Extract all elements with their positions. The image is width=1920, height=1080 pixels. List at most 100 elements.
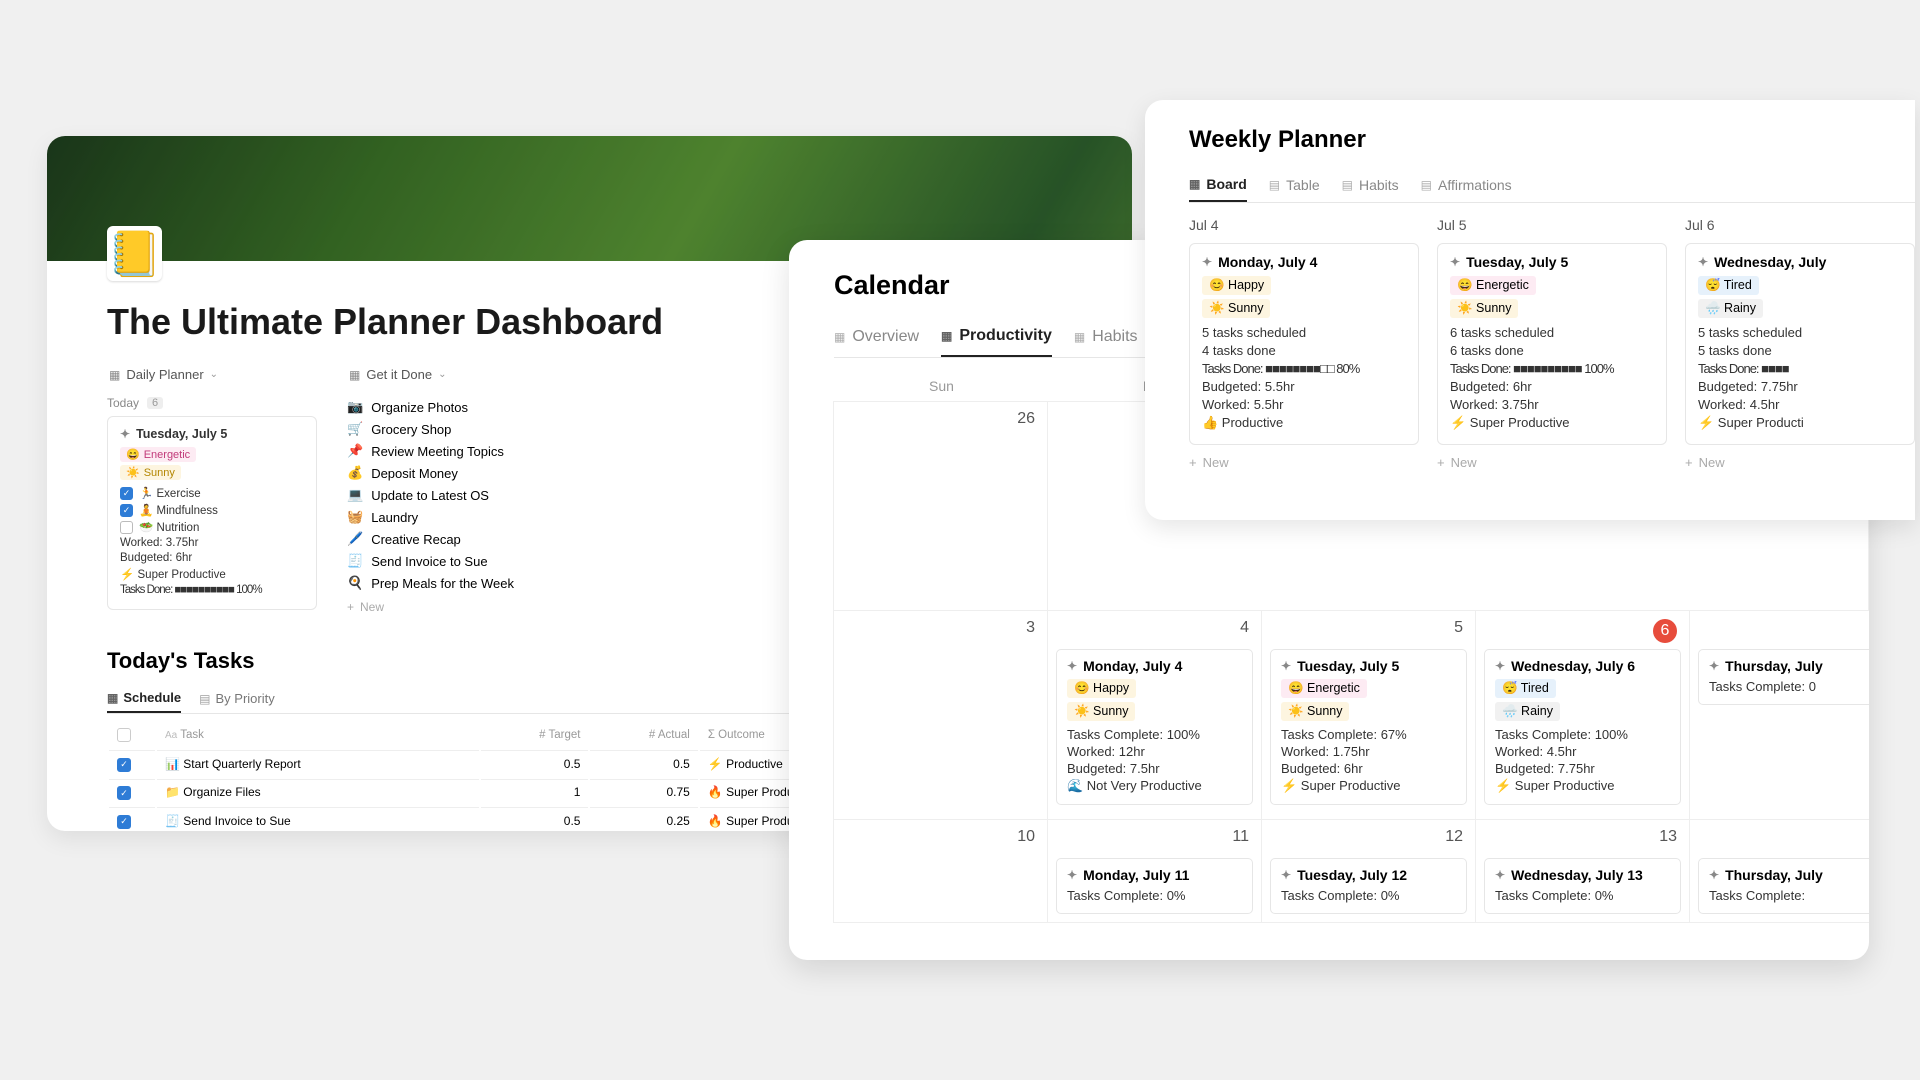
calendar-cell[interactable]: 12 ✦Tuesday, July 12Tasks Complete: 0% (1261, 819, 1476, 923)
done: 5 tasks done (1698, 343, 1902, 358)
row-checkbox[interactable] (117, 786, 131, 800)
event-title: Wednesday, July 6 (1511, 658, 1635, 674)
habit-checkbox[interactable] (120, 504, 133, 517)
day-event-card[interactable]: ✦Thursday, JulyTasks Complete: 0 (1698, 649, 1869, 705)
plus-icon: + (1685, 455, 1693, 470)
mood-chip: 😊 Happy (1067, 679, 1136, 698)
tab-habits[interactable]: ▦Habits (1074, 317, 1138, 357)
habit-checkbox[interactable] (120, 521, 133, 534)
board-icon: ▦ (1189, 177, 1200, 191)
tab-productivity[interactable]: ▦Productivity (941, 317, 1052, 357)
row-checkbox[interactable] (117, 815, 131, 829)
budgeted: Budgeted: 7.5hr (1067, 761, 1242, 776)
mood-chip: 😴 Tired (1698, 276, 1759, 295)
weekly-column-head: Jul 4 (1189, 217, 1419, 233)
page-icon[interactable]: 📒 (107, 226, 162, 281)
tab-overview[interactable]: ▦Overview (834, 317, 919, 357)
day-event-card[interactable]: ✦Thursday, JulyTasks Complete: (1698, 858, 1869, 914)
budgeted: Budgeted: 7.75hr (1495, 761, 1670, 776)
done: 6 tasks done (1450, 343, 1654, 358)
weekly-card[interactable]: ✦Monday, July 4 😊 Happy ☀️ Sunny 5 tasks… (1189, 243, 1419, 445)
scheduled: 6 tasks scheduled (1450, 325, 1654, 340)
productive: 👍 Productive (1202, 415, 1406, 431)
todo-icon: 📌 (347, 443, 363, 459)
calendar-cell[interactable]: 3 (833, 610, 1048, 820)
tab-table[interactable]: ▤Table (1269, 168, 1320, 202)
task-actual: 0.5 (590, 750, 697, 777)
habit-row[interactable]: 🏃 Exercise (120, 486, 304, 500)
todo-label: Laundry (371, 510, 418, 525)
weekly-column: Jul 5 ✦Tuesday, July 5 😄 Energetic ☀️ Su… (1437, 217, 1667, 470)
weekly-card[interactable]: ✦Wednesday, July 😴 Tired 🌧️ Rainy 5 task… (1685, 243, 1915, 445)
scheduled: 5 tasks scheduled (1202, 325, 1406, 340)
weekly-card-title: Tuesday, July 5 (1466, 254, 1568, 270)
today-card[interactable]: ✦Tuesday, July 5 😄 Energetic ☀️ Sunny 🏃 … (107, 416, 317, 610)
tasks-done: Tasks Done: ■■■■ (1698, 361, 1902, 376)
productive: ⚡ Super Productive (1495, 778, 1670, 794)
day-event-card[interactable]: ✦Tuesday, July 12Tasks Complete: 0% (1270, 858, 1467, 914)
sparkle-icon: ✦ (1698, 255, 1708, 269)
day-event-card[interactable]: ✦Wednesday, July 6😴 Tired🌧️ RainyTasks C… (1484, 649, 1681, 805)
calendar-cell[interactable]: 13 ✦Wednesday, July 13Tasks Complete: 0% (1475, 819, 1690, 923)
calendar-cell[interactable]: 6 ✦Wednesday, July 6😴 Tired🌧️ RainyTasks… (1475, 610, 1690, 820)
sparkle-icon: ✦ (1709, 868, 1719, 882)
worked-stat: Worked: 3.75hr (120, 537, 304, 549)
new-weekly-button[interactable]: +New (1189, 455, 1419, 470)
tab-habits[interactable]: ▤Habits (1342, 168, 1399, 202)
tab-board[interactable]: ▦Board (1189, 168, 1247, 202)
task-target: 0.5 (481, 807, 588, 831)
weather-chip: ☀️ Sunny (120, 465, 181, 480)
habits-icon: ▤ (1342, 178, 1353, 192)
task-name: 📁 Organize Files (157, 779, 479, 806)
schedule-icon: ▦ (107, 691, 118, 705)
weather-chip: ☀️ Sunny (1450, 299, 1518, 318)
budgeted: Budgeted: 7.75hr (1698, 379, 1902, 394)
weekly-column: Jul 4 ✦Monday, July 4 😊 Happy ☀️ Sunny 5… (1189, 217, 1419, 470)
today-count: 6 (147, 397, 163, 409)
calendar-cell[interactable]: 14 ✦Thursday, JulyTasks Complete: (1689, 819, 1869, 923)
daily-planner-view-toggle[interactable]: ▦ Daily Planner ⌄ (107, 363, 317, 386)
event-title: Monday, July 4 (1083, 658, 1182, 674)
task-actual: 0.75 (590, 779, 697, 806)
todo-label: Organize Photos (371, 400, 468, 415)
habit-row[interactable]: 🥗 Nutrition (120, 520, 304, 534)
tab-by-priority[interactable]: ▤By Priority (199, 684, 275, 713)
calendar-cell[interactable]: 7 ✦Thursday, JulyTasks Complete: 0 (1689, 610, 1869, 820)
day-event-card[interactable]: ✦Monday, July 4😊 Happy☀️ SunnyTasks Comp… (1056, 649, 1253, 805)
calendar-cell[interactable]: 11 ✦Monday, July 11Tasks Complete: 0% (1047, 819, 1262, 923)
day-event-card[interactable]: ✦Wednesday, July 13Tasks Complete: 0% (1484, 858, 1681, 914)
budgeted: Budgeted: 5.5hr (1202, 379, 1406, 394)
calendar-cell[interactable]: 10 (833, 819, 1048, 923)
tasks-complete: Tasks Complete: 0% (1067, 888, 1242, 903)
sparkle-icon: ✦ (1495, 659, 1505, 673)
event-title: Tuesday, July 12 (1297, 867, 1407, 883)
calendar-cell[interactable]: 4 ✦Monday, July 4😊 Happy☀️ SunnyTasks Co… (1047, 610, 1262, 820)
tab-schedule[interactable]: ▦Schedule (107, 684, 181, 713)
event-title: Thursday, July (1725, 658, 1823, 674)
task-name: 📊 Start Quarterly Report (157, 750, 479, 777)
day-event-card[interactable]: ✦Tuesday, July 5😄 Energetic☀️ SunnyTasks… (1270, 649, 1467, 805)
list-icon: ▦ (349, 368, 360, 382)
weekly-card[interactable]: ✦Tuesday, July 5 😄 Energetic ☀️ Sunny 6 … (1437, 243, 1667, 445)
calendar-cell[interactable]: 5 ✦Tuesday, July 5😄 Energetic☀️ SunnyTas… (1261, 610, 1476, 820)
worked: Worked: 4.5hr (1698, 397, 1902, 412)
calendar-cell[interactable]: 26 (833, 401, 1048, 611)
priority-icon: ▤ (199, 692, 210, 706)
day-number: 6 (1653, 619, 1677, 643)
tab-affirmations[interactable]: ▤Affirmations (1421, 168, 1512, 202)
habit-checkbox[interactable] (120, 487, 133, 500)
new-weekly-button[interactable]: +New (1437, 455, 1667, 470)
todo-label: Deposit Money (371, 466, 458, 481)
day-number: 26 (1017, 410, 1035, 428)
sparkle-icon: ✦ (1281, 659, 1291, 673)
worked: Worked: 5.5hr (1202, 397, 1406, 412)
weekly-column-head: Jul 5 (1437, 217, 1667, 233)
budgeted-stat: Budgeted: 6hr (120, 552, 304, 564)
day-event-card[interactable]: ✦Monday, July 11Tasks Complete: 0% (1056, 858, 1253, 914)
tasks-complete: Tasks Complete: 0% (1495, 888, 1670, 903)
habit-row[interactable]: 🧘 Mindfulness (120, 503, 304, 517)
tasks-complete: Tasks Complete: (1709, 888, 1869, 903)
row-checkbox[interactable] (117, 758, 131, 772)
select-all-checkbox[interactable] (117, 728, 131, 742)
new-weekly-button[interactable]: +New (1685, 455, 1915, 470)
